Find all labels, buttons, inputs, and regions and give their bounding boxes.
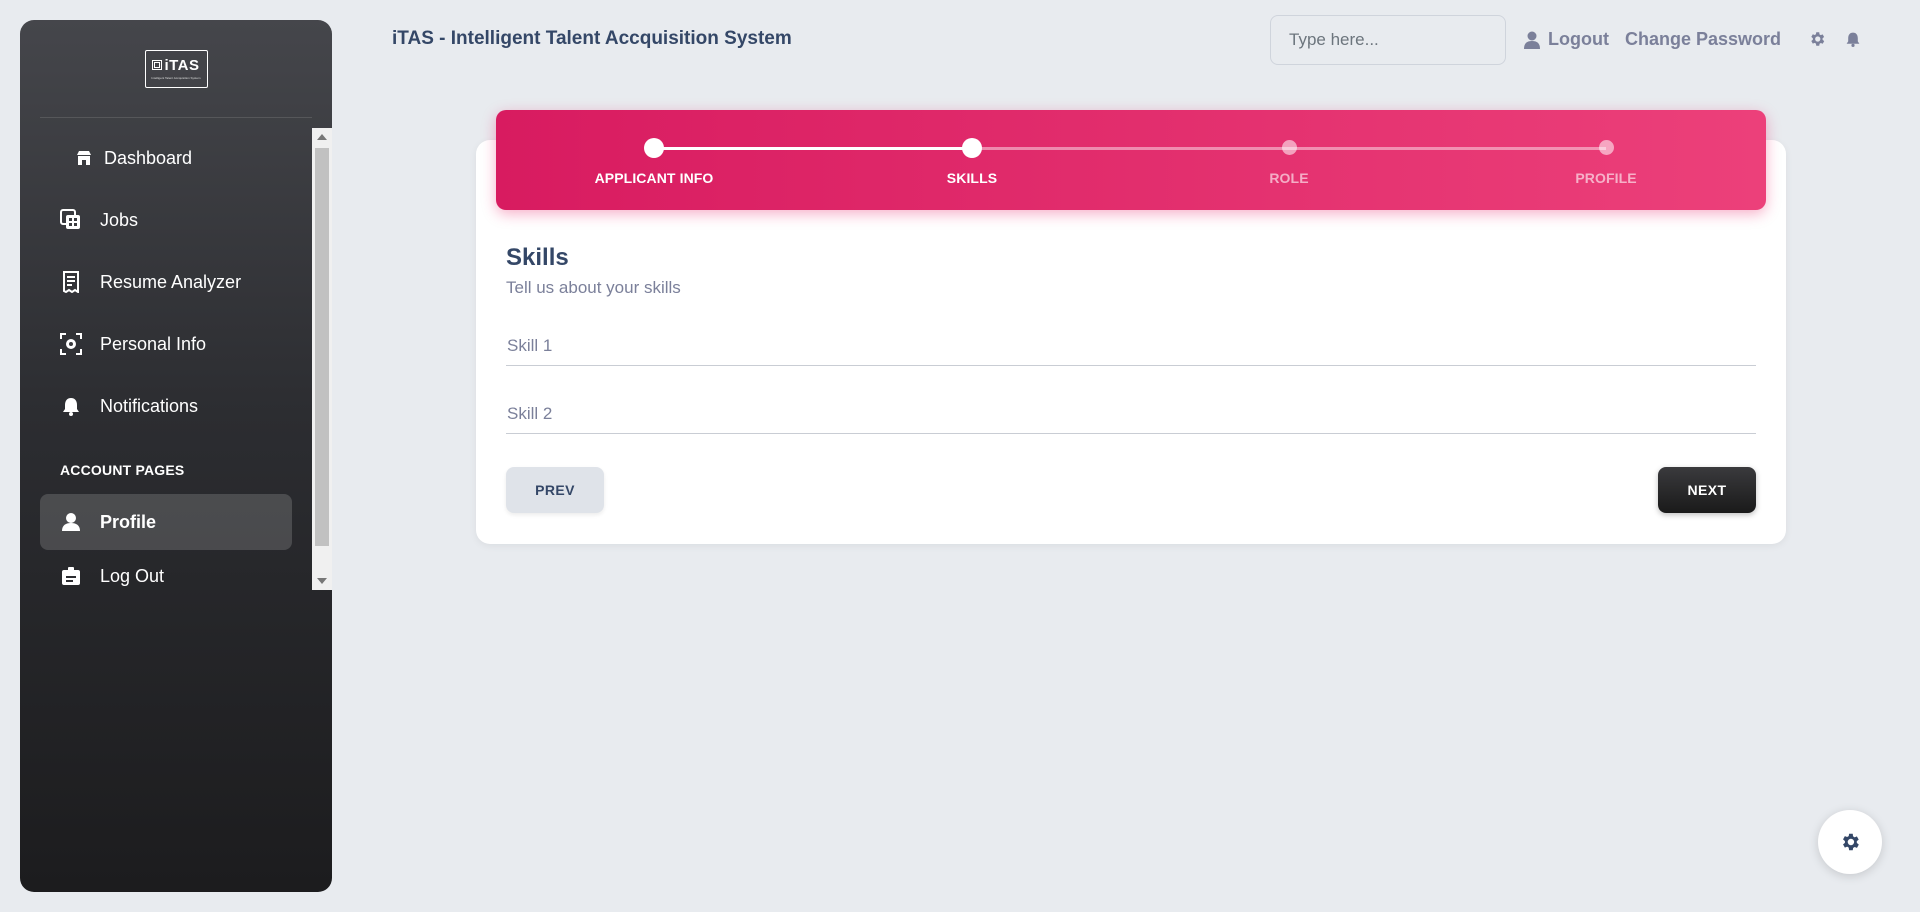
- notifications-bell-icon[interactable]: [1842, 28, 1864, 50]
- scroll-thumb[interactable]: [315, 148, 329, 546]
- settings-gear-icon: [1839, 831, 1861, 853]
- sidebar-item-label: Resume Analyzer: [100, 271, 242, 292]
- sidebar-item-label: Dashboard: [104, 147, 193, 168]
- step-dot-applicant-info[interactable]: [644, 138, 664, 158]
- sidebar-item-resume-analyzer[interactable]: Resume Analyzer: [40, 254, 292, 310]
- sidebar-item-label: Notifications: [100, 395, 199, 416]
- search-input[interactable]: [1270, 15, 1506, 65]
- step-connector: [654, 147, 972, 150]
- sidebar-item-logout[interactable]: Log Out: [40, 556, 292, 596]
- sidebar-item-label: Log Out: [100, 565, 165, 586]
- step-label-skills[interactable]: SKILLS: [872, 170, 1072, 186]
- sidebar-item-profile[interactable]: Profile: [40, 494, 292, 550]
- step-label-applicant-info[interactable]: APPLICANT INFO: [554, 170, 754, 186]
- logout-label: Logout: [1548, 29, 1609, 49]
- change-password-link[interactable]: Change Password: [1625, 29, 1781, 50]
- stack-icon: [60, 209, 82, 231]
- sidebar-item-notifications[interactable]: Notifications: [40, 378, 292, 434]
- prev-button[interactable]: PREV: [506, 467, 604, 513]
- receipt-icon: [60, 271, 82, 293]
- target-icon: [60, 333, 82, 355]
- skill-2-input[interactable]: [506, 394, 1756, 434]
- sidebar-nav: Dashboard Jobs Resume Analyzer Personal …: [20, 20, 332, 892]
- step-dot-skills[interactable]: [962, 138, 982, 158]
- sidebar-item-dashboard[interactable]: Dashboard: [40, 130, 292, 186]
- skill-1-input[interactable]: [506, 326, 1756, 366]
- sidebar-item-label: Profile: [100, 511, 157, 532]
- section-label-account-pages: ACCOUNT PAGES: [60, 462, 185, 478]
- user-icon: [1524, 31, 1540, 49]
- sidebar-item-personal-info[interactable]: Personal Info: [40, 316, 292, 372]
- next-button[interactable]: NEXT: [1658, 467, 1756, 513]
- stepper: APPLICANT INFO SKILLS ROLE PROFILE: [496, 110, 1766, 210]
- sidebar-item-label: Jobs: [100, 209, 139, 230]
- store-icon: [76, 147, 92, 169]
- badge-icon: [60, 565, 82, 587]
- settings-icon[interactable]: [1806, 28, 1828, 50]
- page-title: iTAS - Intelligent Talent Accquisition S…: [392, 28, 792, 49]
- bell-icon: [60, 395, 82, 417]
- sidebar-scrollbar[interactable]: [312, 128, 332, 590]
- scroll-down-icon[interactable]: [317, 578, 327, 584]
- sidebar-item-label: Personal Info: [100, 333, 207, 354]
- form-subtitle: Tell us about your skills: [506, 278, 681, 297]
- sidebar-item-jobs[interactable]: Jobs: [40, 192, 292, 248]
- scroll-up-icon[interactable]: [317, 134, 327, 140]
- logout-link[interactable]: Logout: [1524, 29, 1609, 50]
- step-label-role[interactable]: ROLE: [1189, 170, 1389, 186]
- step-dot-profile[interactable]: [1599, 140, 1614, 155]
- step-dot-role[interactable]: [1282, 140, 1297, 155]
- person-icon: [60, 511, 82, 533]
- configurator-button[interactable]: [1818, 810, 1882, 874]
- step-label-profile[interactable]: PROFILE: [1506, 170, 1706, 186]
- form-title: Skills: [506, 244, 569, 271]
